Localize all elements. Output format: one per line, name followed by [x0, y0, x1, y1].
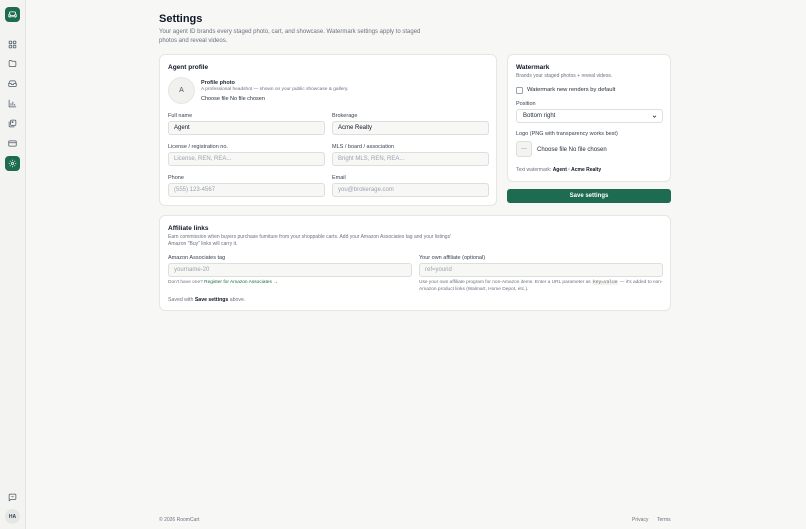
watermark-title: Watermark: [516, 64, 550, 71]
card-icon: [8, 140, 17, 147]
watermark-subtitle: Brands your staged photos + reveal video…: [516, 73, 613, 79]
own-affiliate-field[interactable]: ref=yourid: [419, 263, 663, 277]
mls-label: MLS / board / association: [332, 144, 395, 150]
logo-preview: —: [516, 141, 532, 157]
amazon-tag-label: Amazon Associates tag: [168, 255, 226, 261]
profile-avatar: A: [168, 77, 195, 104]
nav-billing[interactable]: [5, 136, 20, 151]
saved-bold: Save settings: [194, 297, 229, 303]
affiliate-title: Affiliate links: [168, 225, 209, 232]
affiliate-links-card: Affiliate links Earn commission when buy…: [159, 215, 671, 311]
footer-privacy-link[interactable]: Privacy: [632, 517, 648, 523]
amazon-help-text: Don't have one?: [168, 280, 203, 285]
logo-label: Logo (PNG with transparency works best): [516, 131, 618, 137]
feedback-button[interactable]: [5, 490, 20, 505]
app-logo[interactable]: [5, 7, 20, 22]
nav-settings[interactable]: [5, 156, 20, 171]
watermark-default-label: Watermark new renders by default: [527, 87, 616, 93]
own-affiliate-label: Your own affiliate (optional): [419, 255, 486, 261]
amazon-help: Don't have one? Register for Amazon Asso…: [168, 280, 278, 287]
nav-inbox[interactable]: [5, 76, 20, 91]
register-amazon-link[interactable]: Register for Amazon Associates →: [204, 280, 278, 285]
own-help-text-1: Use your own affiliate program for non-A…: [419, 280, 591, 285]
gallery-icon: [8, 119, 17, 128]
page-title: Settings: [159, 13, 203, 25]
brokerage-label: Brokerage: [332, 113, 358, 119]
brokerage-field[interactable]: Acme Realty: [332, 121, 489, 135]
license-label: License / registration no.: [168, 144, 228, 150]
agent-profile-card: Agent profile A Profile photo A professi…: [159, 54, 497, 206]
save-settings-button[interactable]: Save settings: [507, 189, 671, 203]
amazon-tag-field[interactable]: yourname-20: [168, 263, 412, 277]
affiliate-description: Earn commission when buyers purchase fur…: [168, 234, 452, 247]
folder-icon: [8, 60, 17, 67]
full-name-field[interactable]: Agent: [168, 121, 325, 135]
phone-field[interactable]: (555) 123-4567: [168, 183, 325, 197]
page-subtitle: Your agent ID brands every staged photo,…: [159, 29, 421, 44]
license-field[interactable]: License, REN, REA...: [168, 152, 325, 166]
full-name-label: Full name: [168, 113, 193, 119]
own-affiliate-help: Use your own affiliate program for non-A…: [419, 280, 663, 293]
nav-gallery[interactable]: [5, 116, 20, 131]
watermark-card: Watermark Brands your staged photos + re…: [507, 54, 671, 182]
mls-field[interactable]: Bright MLS, REN, REA...: [332, 152, 489, 166]
inbox-icon: [8, 80, 17, 87]
phone-label: Phone: [168, 175, 184, 181]
saved-suffix: above.: [229, 297, 246, 303]
nav-projects[interactable]: [5, 56, 20, 71]
position-label: Position: [516, 101, 536, 107]
dashboard-icon: [8, 40, 17, 49]
saved-note: Saved with Save settings above.: [168, 297, 245, 303]
profile-photo-file-input[interactable]: Choose file No file chosen: [201, 96, 265, 102]
position-select[interactable]: Bottom right: [516, 109, 663, 123]
profile-photo-help: A professional headshot — shown on your …: [201, 87, 349, 92]
sidebar: HA: [0, 0, 26, 529]
chevron-down-icon: [652, 115, 657, 118]
footer-copyright: © 2026 RoomCart: [159, 517, 200, 523]
footer-terms-link[interactable]: Terms: [657, 517, 671, 523]
email-field[interactable]: you@brokerage.com: [332, 183, 489, 197]
agent-profile-title: Agent profile: [168, 64, 209, 71]
text-watermark-label: Text watermark:: [516, 167, 552, 173]
logo-file-input[interactable]: Choose file No file chosen: [537, 147, 607, 153]
email-label: Email: [332, 175, 346, 181]
text-watermark-value: Agent · Acme Realty: [552, 167, 602, 173]
own-help-code: key=value: [592, 280, 619, 285]
sofa-icon: [8, 11, 17, 18]
saved-prefix: Saved with: [168, 297, 194, 303]
settings-icon: [8, 159, 17, 168]
message-icon: [8, 493, 17, 502]
user-avatar[interactable]: HA: [5, 509, 20, 524]
nav-dashboard[interactable]: [5, 37, 20, 52]
text-watermark: Text watermark: Agent · Acme Realty: [516, 167, 601, 173]
nav-analytics[interactable]: [5, 96, 20, 111]
profile-photo-label: Profile photo: [201, 80, 235, 86]
chart-icon: [8, 99, 17, 108]
main-content: Settings Your agent ID brands every stag…: [26, 0, 806, 529]
watermark-default-checkbox[interactable]: [516, 87, 523, 94]
position-value: Bottom right: [523, 113, 556, 119]
